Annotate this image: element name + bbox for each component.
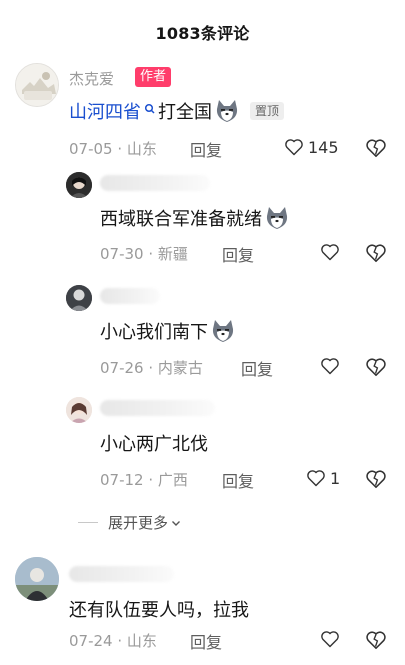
meta-separator: · <box>148 359 158 377</box>
reply-text: 小心我们南下 <box>100 322 208 343</box>
expand-more-button[interactable]: 展开更多 <box>78 512 181 533</box>
reply-date: 07-26 <box>100 359 144 377</box>
meta-separator: · <box>148 471 158 489</box>
divider <box>78 522 98 523</box>
reply-location: 广西 <box>157 471 188 489</box>
comment-meta: 07-05 · 山东 <box>69 138 157 159</box>
wolf-emoji-icon <box>212 320 234 342</box>
like-button[interactable]: 1 <box>306 468 340 488</box>
broken-heart-icon[interactable] <box>365 356 387 378</box>
broken-heart-icon[interactable] <box>365 629 387 651</box>
blurred-username <box>69 566 174 582</box>
reply-date: 07-30 <box>100 245 144 263</box>
meta-separator: · <box>117 632 127 650</box>
reply-button[interactable]: 回复 <box>241 356 273 380</box>
comment-date: 07-05 <box>69 140 113 158</box>
reply-button[interactable]: 回复 <box>190 137 222 161</box>
heart-icon <box>321 244 339 261</box>
comment-location: 山东 <box>126 140 157 158</box>
meta-separator: · <box>117 140 127 158</box>
comment-text: 小心我们南下 <box>100 318 236 344</box>
wolf-emoji-icon <box>266 207 288 229</box>
reply-button[interactable]: 回复 <box>190 629 222 653</box>
reply-meta: 07-30 · 新疆 <box>100 243 188 264</box>
author-badge: 作者 <box>135 67 172 87</box>
avatar[interactable] <box>66 285 92 311</box>
blurred-username <box>100 288 160 304</box>
comment-text: 西域联合军准备就绪 <box>100 205 290 231</box>
topic-link[interactable]: 山河四省 <box>69 98 141 124</box>
comment-text: 小心两广北伐 <box>100 430 208 456</box>
heart-icon <box>307 470 325 487</box>
username[interactable]: 杰克爱 <box>69 68 114 89</box>
reply-text: 西域联合军准备就绪 <box>100 209 262 230</box>
broken-heart-icon[interactable] <box>365 468 387 490</box>
heart-icon <box>321 358 339 375</box>
comment-text-body: 还有队伍要人吗，拉我 <box>69 600 249 621</box>
avatar[interactable] <box>66 397 92 423</box>
reply-button[interactable]: 回复 <box>222 242 254 266</box>
like-button[interactable] <box>320 629 344 649</box>
blurred-username <box>100 400 215 416</box>
pinned-badge: 置顶 <box>250 102 285 120</box>
reply-button[interactable]: 回复 <box>222 468 254 492</box>
heart-icon <box>321 631 339 648</box>
meta-separator: · <box>148 245 158 263</box>
comments-header: 1083条评论 <box>0 0 405 64</box>
comment-location: 山东 <box>126 632 157 650</box>
reply-meta: 07-12 · 广西 <box>100 469 188 490</box>
heart-icon <box>285 139 303 156</box>
avatar[interactable] <box>15 63 59 107</box>
broken-heart-icon[interactable] <box>365 137 387 159</box>
like-count: 145 <box>308 137 339 157</box>
comment-text: 山河四省 打全国 置顶 <box>69 98 285 124</box>
avatar[interactable] <box>15 557 59 601</box>
reply-text: 小心两广北伐 <box>100 434 208 455</box>
chevron-down-icon <box>172 520 181 526</box>
comment-text: 还有队伍要人吗，拉我 <box>69 596 249 622</box>
like-button[interactable] <box>320 356 344 376</box>
broken-heart-icon[interactable] <box>365 242 387 264</box>
comment-date: 07-24 <box>69 632 113 650</box>
reply-meta: 07-26 · 内蒙古 <box>100 357 203 378</box>
search-icon[interactable] <box>142 99 158 123</box>
comment-text-rest: 打全国 <box>158 102 212 123</box>
wolf-emoji-icon <box>216 100 238 122</box>
comments-count-title: 1083条评论 <box>155 24 250 43</box>
avatar[interactable] <box>66 172 92 198</box>
reply-location: 内蒙古 <box>157 359 203 377</box>
blurred-username <box>100 175 210 191</box>
reply-date: 07-12 <box>100 471 144 489</box>
like-button[interactable]: 145 <box>284 137 339 157</box>
like-button[interactable] <box>320 242 344 262</box>
like-count: 1 <box>330 468 341 488</box>
expand-more-label: 展开更多 <box>108 514 169 532</box>
comment-meta: 07-24 · 山东 <box>69 630 157 651</box>
reply-location: 新疆 <box>157 245 188 263</box>
